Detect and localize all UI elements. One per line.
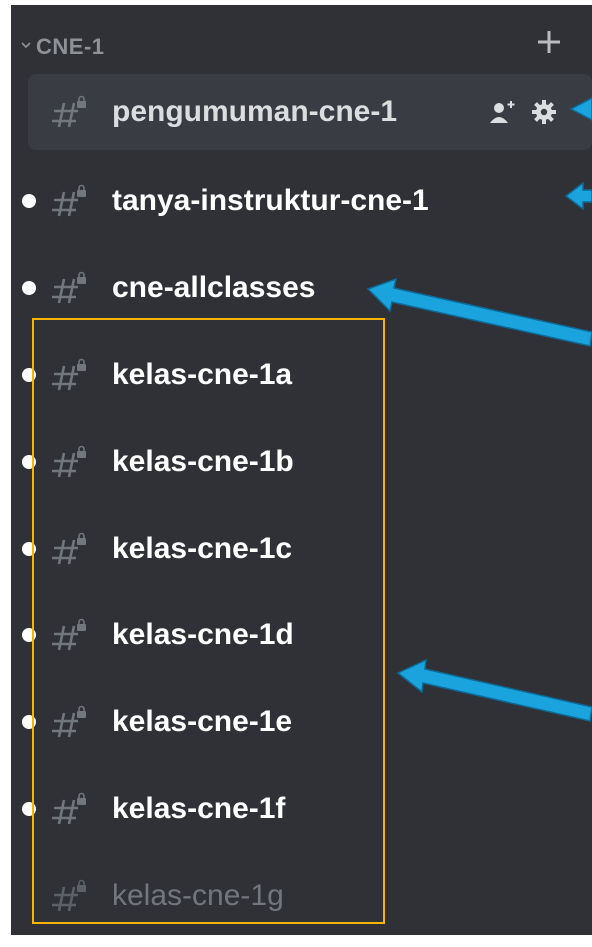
locked-hash-icon	[52, 184, 86, 217]
channel-item-kelas-cne-1g[interactable]: kelas-cne-1g	[28, 858, 592, 934]
channel-name: cne-allclasses	[112, 271, 316, 304]
channel-name: kelas-cne-1c	[112, 532, 293, 565]
channel-item-kelas-cne-1f[interactable]: kelas-cne-1f	[22, 771, 592, 847]
channel-item-kelas-cne-1c[interactable]: kelas-cne-1c	[22, 511, 592, 587]
unread-indicator	[22, 715, 36, 729]
channel-name: kelas-cne-1g	[112, 879, 284, 912]
locked-hash-icon	[52, 532, 86, 565]
locked-hash-icon	[52, 95, 86, 128]
channel-item-kelas-cne-1d[interactable]: kelas-cne-1d	[22, 597, 592, 673]
channel-name: pengumuman-cne-1	[112, 95, 398, 128]
unread-indicator	[22, 628, 36, 642]
create-invite-icon[interactable]	[487, 97, 517, 127]
channel-sidebar: CNE-1 pengumuman-cne-1 tanya-instruktur-…	[11, 5, 592, 935]
channel-item-kelas-cne-1a[interactable]: kelas-cne-1a	[22, 337, 592, 413]
locked-hash-icon	[52, 358, 86, 391]
category-name: CNE-1	[36, 34, 105, 59]
locked-hash-icon	[52, 618, 86, 651]
channel-name: kelas-cne-1d	[112, 618, 294, 651]
locked-hash-icon	[52, 705, 86, 738]
locked-hash-icon	[52, 271, 86, 304]
category-header[interactable]: CNE-1	[11, 5, 592, 85]
unread-indicator	[22, 368, 36, 382]
locked-hash-icon	[52, 879, 86, 912]
locked-hash-icon	[52, 445, 86, 478]
channel-name: kelas-cne-1f	[112, 792, 286, 825]
channel-item-cne-allclasses[interactable]: cne-allclasses	[22, 250, 592, 326]
plus-icon[interactable]	[536, 29, 562, 55]
unread-indicator	[22, 802, 36, 816]
gear-icon[interactable]	[529, 97, 559, 127]
channel-item-kelas-cne-1b[interactable]: kelas-cne-1b	[22, 424, 592, 500]
unread-indicator	[22, 281, 36, 295]
channel-name: kelas-cne-1e	[112, 705, 293, 738]
locked-hash-icon	[52, 792, 86, 825]
unread-indicator	[22, 455, 36, 469]
channel-name: tanya-instruktur-cne-1	[112, 184, 429, 217]
channel-item-kelas-cne-1e[interactable]: kelas-cne-1e	[22, 684, 592, 760]
channel-name: kelas-cne-1a	[112, 358, 293, 391]
channel-item-pengumuman-cne-1[interactable]: pengumuman-cne-1	[28, 74, 592, 150]
channel-name: kelas-cne-1b	[112, 445, 294, 478]
unread-indicator	[22, 194, 36, 208]
chevron-down-icon[interactable]	[20, 39, 32, 51]
channel-item-tanya-instruktur-cne-1[interactable]: tanya-instruktur-cne-1	[22, 163, 592, 239]
screenshot-frame: CNE-1 pengumuman-cne-1 tanya-instruktur-…	[0, 0, 592, 947]
unread-indicator	[22, 542, 36, 556]
